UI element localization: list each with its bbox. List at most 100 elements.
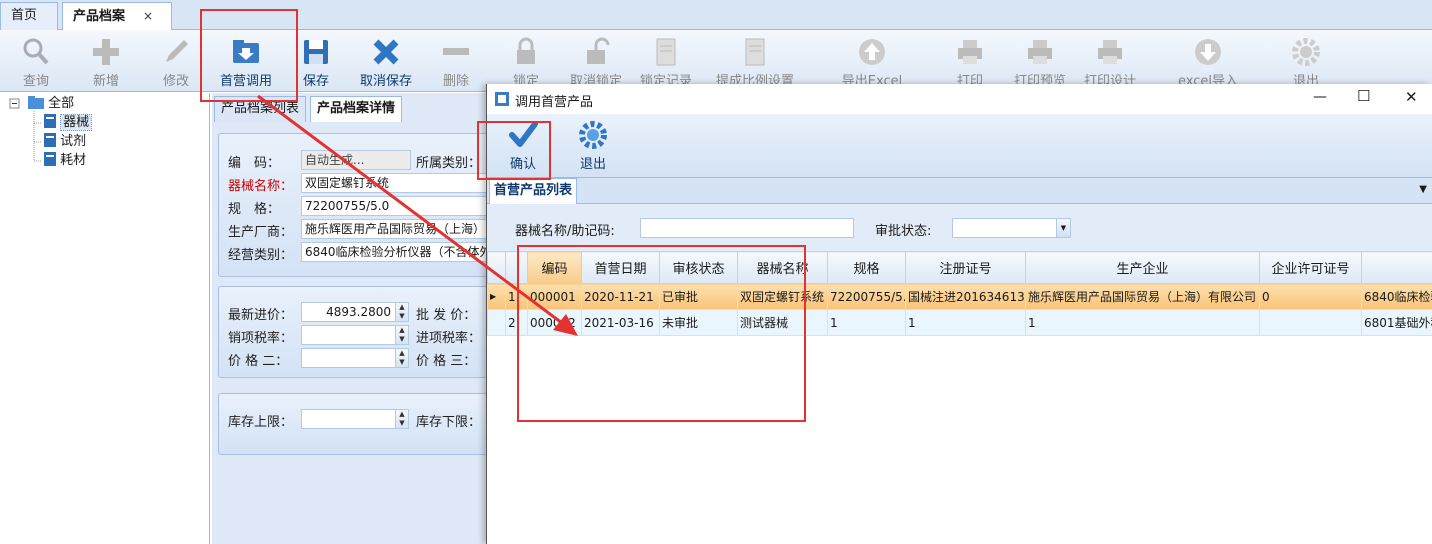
dialog-toolbar: 确认 退出 bbox=[487, 114, 1432, 178]
sales-tax-stepper[interactable]: ▲ ▼ bbox=[395, 325, 409, 345]
cell-maker: 施乐辉医用产品国际贸易（上海）有限公司 bbox=[1025, 283, 1260, 310]
minus-icon bbox=[443, 48, 469, 55]
tree-item-reagents[interactable]: 试剂 bbox=[44, 133, 86, 151]
price2-stepper[interactable]: ▲ ▼ bbox=[395, 348, 409, 368]
tab-home[interactable]: 首页 bbox=[0, 2, 58, 30]
query-button[interactable]: 查询 bbox=[18, 36, 54, 89]
folder-icon bbox=[28, 96, 44, 109]
sales-tax-field[interactable] bbox=[301, 325, 396, 345]
biz-category-field[interactable]: 6840临床检验分析仪器（不含体外 bbox=[301, 242, 491, 262]
cancel-save-button[interactable]: 取消保存 bbox=[356, 36, 416, 89]
maker-field[interactable]: 施乐辉医用产品国际贸易（上海） bbox=[301, 219, 491, 239]
cell-license: 0 bbox=[1259, 283, 1362, 310]
query-label: 查询 bbox=[22, 74, 49, 89]
unlock-button[interactable]: 取消锁定 bbox=[568, 36, 624, 89]
print-preview-button[interactable]: 打印预览 bbox=[1012, 36, 1068, 89]
tab-product-archive-label: 产品档案 bbox=[73, 9, 126, 24]
chevron-down-icon[interactable]: ▼ bbox=[1056, 219, 1070, 237]
latest-price-stepper[interactable]: ▲ ▼ bbox=[395, 302, 409, 322]
dialog-exit-label: 退出 bbox=[579, 157, 606, 172]
wholesale-label: 批 发 价： bbox=[416, 308, 477, 323]
cell-category: 6840临床检验 bbox=[1361, 283, 1432, 310]
add-button[interactable]: 新增 bbox=[86, 36, 126, 89]
column-header[interactable]: 企业许可证号 bbox=[1259, 251, 1362, 284]
dialog-exit-button[interactable]: 退出 bbox=[575, 119, 611, 172]
lock-record-button[interactable]: 锁定记录 bbox=[638, 36, 694, 89]
document-icon bbox=[745, 38, 765, 66]
cell-maker: 1 bbox=[1025, 309, 1260, 336]
save-label: 保存 bbox=[302, 74, 329, 89]
document-icon bbox=[44, 133, 56, 147]
print-design-button[interactable]: 打印设计 bbox=[1082, 36, 1138, 89]
input-tax-label: 进项税率： bbox=[416, 331, 482, 346]
row-indicator-header bbox=[487, 251, 506, 284]
unlock-icon bbox=[587, 37, 610, 64]
tree-root-label: 全部 bbox=[48, 96, 75, 111]
tab-first-camp-list-label: 首营产品列表 bbox=[494, 183, 573, 198]
maximize-button[interactable]: ☐ bbox=[1357, 87, 1370, 105]
category-label: 所属类别： bbox=[416, 156, 482, 171]
export-excel-button[interactable]: 导出Excel bbox=[840, 36, 904, 89]
excel-import-button[interactable]: excel导入 bbox=[1176, 36, 1240, 89]
row-indicator bbox=[487, 309, 506, 336]
cancel-save-label: 取消保存 bbox=[359, 74, 412, 89]
column-header[interactable]: 生产企业 bbox=[1025, 251, 1260, 284]
name-field[interactable]: 双固定螺钉系统 bbox=[301, 173, 491, 193]
save-button[interactable]: 保存 bbox=[298, 36, 334, 89]
stock-min-label: 库存下限： bbox=[416, 415, 482, 430]
stock-max-stepper[interactable]: ▲ ▼ bbox=[395, 409, 409, 429]
tree-item-consumables[interactable]: 耗材 bbox=[44, 152, 86, 170]
tab-home-label: 首页 bbox=[11, 8, 38, 23]
biz-category-label: 经营类别： bbox=[228, 248, 294, 263]
tree-root[interactable]: 全部 bbox=[28, 95, 74, 113]
column-header[interactable]: 注册证号 bbox=[905, 251, 1026, 284]
dialog-titlebar: 调用首营产品 — ☐ ✕ bbox=[487, 84, 1432, 114]
detail-panel: 产品档案列表 产品档案详情 编 码： 自动生成... 所属类别： 器械名称： 双… bbox=[212, 93, 491, 544]
spec-label: 规 格： bbox=[228, 202, 281, 217]
approval-status-label: 审批状态: bbox=[875, 224, 932, 239]
tab-archive-detail[interactable]: 产品档案详情 bbox=[310, 96, 403, 122]
spec-field[interactable]: 72200755/5.0 bbox=[301, 196, 491, 216]
product-name-search-label: 器械名称/助记码: bbox=[515, 224, 615, 239]
plus-icon bbox=[93, 39, 119, 65]
close-icon[interactable]: × bbox=[143, 9, 153, 23]
latest-price-field[interactable]: 4893.2800 bbox=[301, 302, 396, 322]
code-label: 编 码： bbox=[228, 156, 281, 171]
lock-button[interactable]: 锁定 bbox=[508, 36, 544, 89]
column-header[interactable]: 规格 bbox=[827, 251, 906, 284]
printer-icon bbox=[958, 40, 982, 64]
name-label: 器械名称： bbox=[228, 179, 294, 194]
chevron-down-icon[interactable]: ▼ bbox=[1419, 184, 1427, 195]
stock-max-field[interactable] bbox=[301, 409, 396, 429]
price2-label: 价 格 二： bbox=[228, 354, 289, 369]
dialog-title: 调用首营产品 bbox=[515, 95, 594, 110]
approval-status-select[interactable]: ▼ bbox=[952, 218, 1071, 238]
document-icon bbox=[44, 114, 56, 128]
floppy-icon bbox=[304, 40, 328, 64]
tab-first-camp-list[interactable]: 首营产品列表 bbox=[489, 178, 578, 204]
exit-button[interactable]: 退出 bbox=[1288, 36, 1324, 89]
cell-spec: 72200755/5.0 bbox=[827, 283, 906, 310]
close-button[interactable]: ✕ bbox=[1405, 88, 1418, 106]
document-icon bbox=[656, 38, 676, 66]
tree-item-instruments[interactable]: 器械 bbox=[44, 114, 93, 132]
code-field[interactable]: 自动生成... bbox=[301, 150, 411, 170]
column-header[interactable] bbox=[1361, 251, 1432, 284]
document-icon bbox=[44, 152, 56, 166]
product-name-search-input[interactable] bbox=[640, 218, 854, 238]
cell-reg: 国械注进20163461322 bbox=[905, 283, 1026, 310]
cross-icon bbox=[373, 39, 399, 65]
price2-field[interactable] bbox=[301, 348, 396, 368]
tab-product-archive[interactable]: 产品档案 × bbox=[62, 2, 172, 31]
print-button[interactable]: 打印 bbox=[952, 36, 988, 89]
sales-tax-label: 销项税率： bbox=[228, 331, 294, 346]
delete-button[interactable]: 删除 bbox=[438, 36, 474, 89]
search-icon bbox=[23, 38, 49, 65]
tree-item-label: 器械 bbox=[60, 114, 93, 131]
gear-icon bbox=[579, 121, 607, 149]
latest-price-label: 最新进价： bbox=[228, 308, 294, 323]
maker-label: 生产厂商： bbox=[228, 225, 294, 240]
commission-setting-button[interactable]: 提成比例设置 bbox=[714, 36, 796, 89]
minimize-button[interactable]: — bbox=[1313, 89, 1327, 105]
edit-button[interactable]: 修改 bbox=[158, 36, 194, 89]
